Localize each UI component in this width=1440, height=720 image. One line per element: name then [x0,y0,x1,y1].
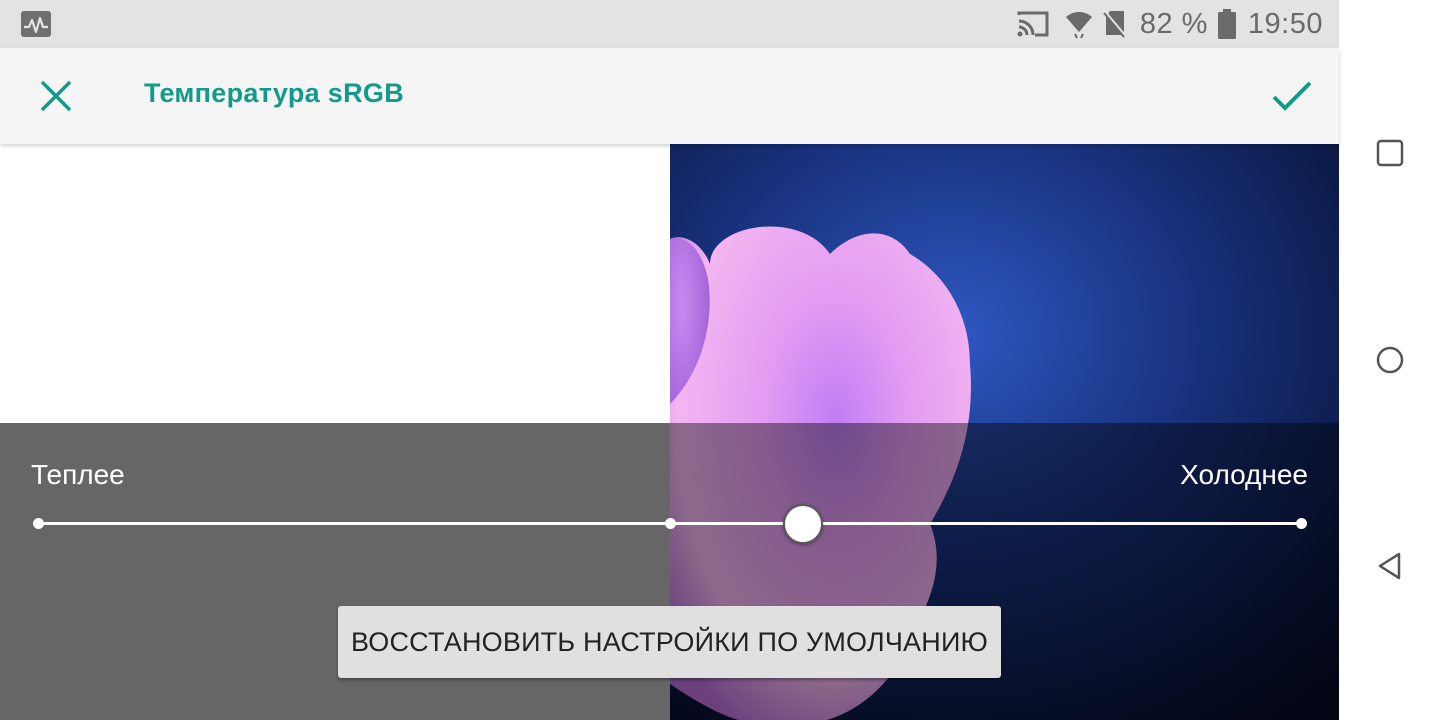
status-icons: 82 % 19:50 [1016,0,1323,48]
slider-stop-1 [664,518,676,529]
wifi-icon [1065,11,1092,39]
battery-icon [1217,9,1236,39]
app-bar: Температура sRGB [0,48,1339,144]
home-button[interactable] [1363,333,1417,387]
page-title: Температура sRGB [144,78,404,108]
slider-stop-2 [1296,518,1307,529]
cooler-label: Холоднее [1180,459,1308,490]
close-icon [40,80,72,112]
cast-icon [1017,11,1049,37]
no-sim-icon [1102,10,1127,38]
navigation-bar [1339,0,1440,720]
battery-percent: 82 % [1139,7,1208,40]
slider-stop-0 [33,518,44,529]
back-button[interactable] [1363,539,1417,593]
close-button[interactable] [28,68,84,124]
status-bar: 82 % 19:50 [0,0,1339,48]
confirm-button[interactable] [1262,68,1322,124]
home-icon [1376,346,1404,374]
activity-icon [21,11,51,37]
clock: 19:50 [1247,7,1323,40]
back-icon [1378,552,1401,580]
temperature-controls: Теплее Холоднее ВОССТАНОВИТЬ НАСТРОЙКИ П… [0,423,1339,720]
slider-thumb[interactable] [783,504,824,544]
reset-defaults-button[interactable]: ВОССТАНОВИТЬ НАСТРОЙКИ ПО УМОЛЧАНИЮ [338,606,1001,678]
recent-apps-icon [1376,139,1404,167]
temperature-slider[interactable] [33,504,1307,544]
check-icon [1272,81,1312,111]
recent-apps-button[interactable] [1363,126,1417,180]
warmer-label: Теплее [31,459,125,490]
